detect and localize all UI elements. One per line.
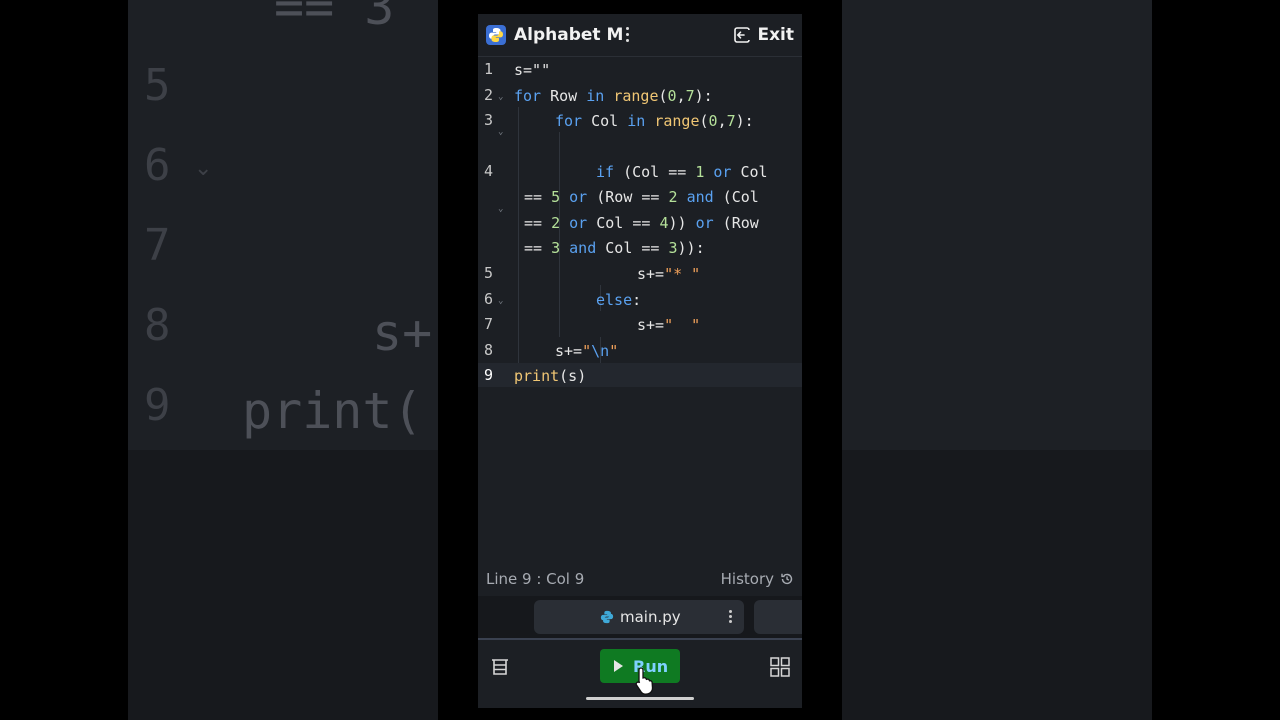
python-file-icon <box>600 610 614 624</box>
next-tab[interactable] <box>754 600 802 634</box>
line-number: 1 <box>484 60 494 78</box>
background-right-panel <box>842 0 1152 720</box>
file-tab-name: main.py <box>620 608 681 626</box>
app-header: Alphabet M Exit <box>478 14 802 57</box>
background-line-number: 8 <box>144 300 171 351</box>
file-tab[interactable]: main.py <box>534 600 744 634</box>
line-number: 4 <box>484 162 494 180</box>
background-line-number: 9 <box>144 380 171 431</box>
background-line-number: 7 <box>144 220 171 271</box>
code-line-3: for Col in range(0,7): <box>555 112 754 130</box>
history-icon <box>781 573 793 585</box>
background-code-print: print( <box>242 382 423 440</box>
code-line-7: s+=" " <box>637 316 701 334</box>
background-code-top: == 3 <box>274 0 395 36</box>
python-logo-icon <box>486 25 506 45</box>
code-line-2: for Row in range(0,7): <box>514 87 713 105</box>
exit-button[interactable]: Exit <box>733 24 794 46</box>
line-number: 3 <box>484 111 494 129</box>
hand-pointer-icon <box>635 667 654 695</box>
editor-screen: Alphabet M Exit 1 2 3 4 5 6 7 8 9 ⌄ ⌄ ⌄ … <box>478 14 802 708</box>
status-bar: Line 9 : Col 9 History <box>478 566 802 592</box>
code-line-4: if (Col == 1 or Col <box>596 163 768 181</box>
code-line-4-wrap-1: == 5 or (Row == 2 and (Col <box>524 188 759 206</box>
background-code-s: s+ <box>372 304 433 362</box>
code-line-4-wrap-2: == 2 or Col == 4)) or (Row <box>524 214 759 232</box>
background-left-panel: == 3 5 6 ⌄ 7 8 s+ 9 print( <box>128 0 438 720</box>
fold-chevron-icon[interactable]: ⌄ <box>498 204 503 214</box>
fold-chevron-icon[interactable]: ⌄ <box>498 127 503 137</box>
background-chevron-icon: ⌄ <box>194 156 213 181</box>
cursor-position: Line 9 : Col 9 <box>486 570 585 588</box>
tab-options-icon[interactable] <box>728 610 732 624</box>
history-button[interactable]: History <box>721 570 794 588</box>
grid-layout-icon[interactable] <box>770 657 790 677</box>
files-icon[interactable] <box>490 657 510 677</box>
fold-chevron-icon[interactable]: ⌄ <box>498 296 503 306</box>
indent-guide <box>559 132 560 337</box>
file-tabs-bar: main.py <box>478 596 802 638</box>
code-line-5: s+="* " <box>637 265 701 283</box>
home-indicator <box>586 697 694 700</box>
line-number-active: 9 <box>484 366 494 384</box>
indent-guide <box>518 107 519 363</box>
code-line-9: print(s) <box>514 367 587 385</box>
line-number: 8 <box>484 341 494 359</box>
fold-chevron-icon[interactable]: ⌄ <box>498 92 503 102</box>
play-icon <box>614 660 623 672</box>
code-line-1: s="" <box>514 61 551 79</box>
code-editor[interactable]: 1 2 3 4 5 6 7 8 9 ⌄ ⌄ ⌄ ⌄ s="" for Row i… <box>478 57 802 557</box>
history-label: History <box>720 570 774 588</box>
line-number: 5 <box>484 264 494 282</box>
more-options-icon[interactable] <box>624 27 630 43</box>
bottom-toolbar: Run <box>478 638 802 708</box>
exit-icon <box>734 27 751 43</box>
line-number: 2 <box>484 86 494 104</box>
line-number: 7 <box>484 315 494 333</box>
exit-label: Exit <box>757 25 794 45</box>
background-line-number: 5 <box>144 60 171 111</box>
background-line-number: 6 <box>144 140 171 191</box>
line-number: 6 <box>484 290 494 308</box>
project-title: Alphabet M <box>514 25 624 45</box>
code-line-4-wrap-3: == 3 and Col == 3)): <box>524 239 705 257</box>
code-line-6: else: <box>596 291 642 309</box>
code-line-8: s+="\n" <box>555 342 619 360</box>
